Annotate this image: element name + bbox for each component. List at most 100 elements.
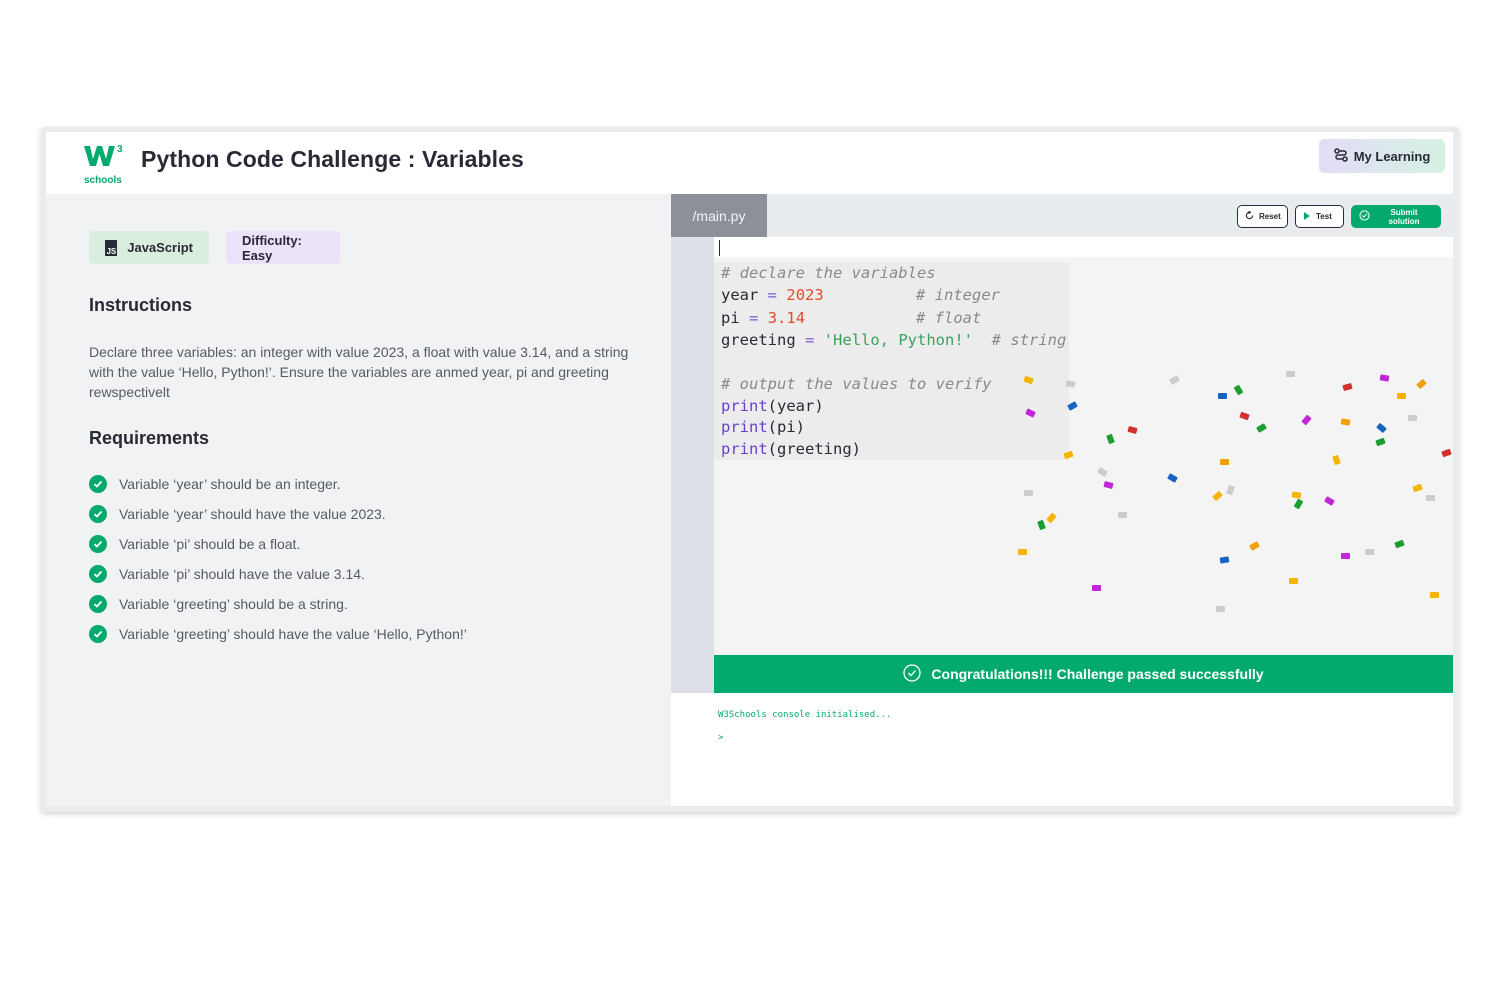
confetti-piece bbox=[1118, 512, 1127, 518]
reset-icon bbox=[1245, 210, 1254, 222]
confetti-piece bbox=[1379, 374, 1390, 382]
confetti-piece bbox=[1037, 519, 1046, 531]
check-circle-icon bbox=[89, 475, 107, 493]
reset-label: Reset bbox=[1259, 212, 1281, 221]
w3schools-logo[interactable]: 3 schools bbox=[82, 142, 123, 186]
editor-toolbar: /main.py Reset Test Submit solution bbox=[671, 194, 1453, 237]
check-circle-icon bbox=[89, 535, 107, 553]
challenge-panel: JS JavaScript Difficulty: Easy Instructi… bbox=[46, 194, 671, 806]
my-learning-button[interactable]: My Learning bbox=[1319, 139, 1445, 173]
code-line: print(greeting) bbox=[721, 440, 861, 458]
code-line: pi = 3.14 # float bbox=[721, 309, 982, 327]
confetti-piece bbox=[1412, 483, 1423, 493]
confetti-piece bbox=[1226, 484, 1235, 496]
code-editor[interactable]: # declare the variables year = 2023 # int… bbox=[714, 237, 1453, 655]
reset-button[interactable]: Reset bbox=[1237, 205, 1288, 228]
confetti-piece bbox=[1332, 454, 1341, 466]
confetti-piece bbox=[1239, 411, 1250, 421]
confetti-piece bbox=[1426, 495, 1435, 501]
submit-solution-button[interactable]: Submit solution bbox=[1351, 205, 1441, 228]
confetti-piece bbox=[1218, 393, 1227, 399]
submit-label: Submit solution bbox=[1388, 207, 1420, 226]
confetti-piece bbox=[1256, 423, 1267, 433]
confetti-piece bbox=[1106, 433, 1115, 445]
play-icon bbox=[1303, 211, 1311, 222]
confetti-piece bbox=[1046, 512, 1057, 524]
header-bar: 3 schools Python Code Challenge : Variab… bbox=[46, 132, 1453, 194]
file-tab-main-py[interactable]: /main.py bbox=[671, 194, 767, 237]
requirement-item: Variable ‘year’ should be an integer. bbox=[89, 469, 467, 499]
requirement-text: Variable ‘year’ should be an integer. bbox=[119, 476, 341, 492]
check-circle-icon bbox=[89, 505, 107, 523]
confetti-piece bbox=[1342, 382, 1353, 392]
code-line: print(year) bbox=[721, 397, 824, 415]
confetti-piece bbox=[1249, 541, 1260, 551]
line-number-gutter bbox=[671, 237, 714, 693]
requirement-item: Variable ‘year’ should have the value 20… bbox=[89, 499, 467, 529]
confetti-piece bbox=[1167, 473, 1178, 483]
confetti-piece bbox=[1397, 393, 1406, 399]
requirement-text: Variable ‘greeting’ should be a string. bbox=[119, 596, 348, 612]
confetti-piece bbox=[1212, 490, 1223, 502]
check-circle-icon bbox=[89, 625, 107, 643]
confetti-piece bbox=[1216, 606, 1225, 612]
requirement-text: Variable ‘pi’ should be a float. bbox=[119, 536, 301, 552]
confetti-piece bbox=[1340, 418, 1351, 426]
confetti-piece bbox=[1341, 553, 1350, 559]
requirements-heading: Requirements bbox=[89, 428, 210, 448]
requirement-text: Variable ‘greeting’ should have the valu… bbox=[119, 626, 467, 642]
requirements-list: Variable ‘year’ should be an integer. Va… bbox=[89, 469, 467, 649]
confetti-piece bbox=[1063, 450, 1074, 460]
confetti-piece bbox=[1065, 380, 1076, 388]
logo-superscript: 3 bbox=[117, 144, 123, 155]
confetti-piece bbox=[1169, 375, 1180, 385]
confetti-piece bbox=[1097, 467, 1108, 477]
code-line: greeting = 'Hello, Python!' # string bbox=[721, 331, 1067, 349]
success-message: Congratulations!!! Challenge passed succ… bbox=[931, 666, 1264, 682]
check-circle-icon bbox=[89, 565, 107, 583]
language-badge: JS JavaScript bbox=[89, 231, 209, 264]
requirement-text: Variable ‘year’ should have the value 20… bbox=[119, 506, 386, 522]
learning-path-icon bbox=[1333, 147, 1348, 165]
console-line: W3Schools console initialised... bbox=[718, 710, 892, 720]
confetti-piece bbox=[1219, 556, 1230, 564]
confetti-piece bbox=[1127, 425, 1138, 435]
confetti-piece bbox=[1289, 578, 1298, 584]
logo-wordmark: schools bbox=[84, 175, 122, 186]
confetti-piece bbox=[1286, 371, 1295, 377]
confetti-piece bbox=[1365, 549, 1374, 555]
difficulty-badge: Difficulty: Easy bbox=[226, 231, 340, 264]
console-output: W3Schools console initialised... > bbox=[671, 693, 1453, 806]
language-badge-label: JavaScript bbox=[127, 240, 193, 255]
code-line: # declare the variables bbox=[721, 264, 936, 282]
confetti-piece bbox=[1408, 415, 1417, 421]
requirement-item: Variable ‘pi’ should have the value 3.14… bbox=[89, 559, 467, 589]
confetti-piece bbox=[1233, 384, 1244, 396]
code-line: print(pi) bbox=[721, 418, 805, 436]
confetti-piece bbox=[1375, 437, 1386, 447]
my-learning-label: My Learning bbox=[1353, 148, 1431, 164]
instructions-text: Declare three variables: an integer with… bbox=[89, 344, 629, 400]
check-circle-icon bbox=[1359, 210, 1370, 223]
confetti-piece bbox=[1103, 480, 1114, 490]
requirement-item: Variable ‘pi’ should be a float. bbox=[89, 529, 467, 559]
confetti-piece bbox=[1024, 490, 1033, 496]
confetti-piece bbox=[1092, 585, 1101, 591]
confetti-piece bbox=[1018, 549, 1027, 555]
confetti-piece bbox=[1324, 496, 1335, 506]
confetti-piece bbox=[1291, 491, 1302, 499]
console-prompt: > bbox=[718, 733, 724, 743]
code-line: # output the values to verify bbox=[721, 375, 992, 393]
requirement-item: Variable ‘greeting’ should have the valu… bbox=[89, 619, 467, 649]
confetti-piece bbox=[1376, 422, 1387, 434]
success-banner: Congratulations!!! Challenge passed succ… bbox=[714, 655, 1453, 693]
requirement-text: Variable ‘pi’ should have the value 3.14… bbox=[119, 566, 365, 582]
instructions-heading: Instructions bbox=[89, 295, 193, 315]
text-cursor bbox=[719, 240, 720, 256]
test-button[interactable]: Test bbox=[1295, 205, 1344, 228]
check-circle-icon bbox=[903, 663, 922, 685]
check-circle-icon bbox=[89, 595, 107, 613]
confetti-piece bbox=[1301, 414, 1312, 426]
confetti-piece bbox=[1293, 498, 1304, 510]
confetti-piece bbox=[1416, 378, 1427, 390]
